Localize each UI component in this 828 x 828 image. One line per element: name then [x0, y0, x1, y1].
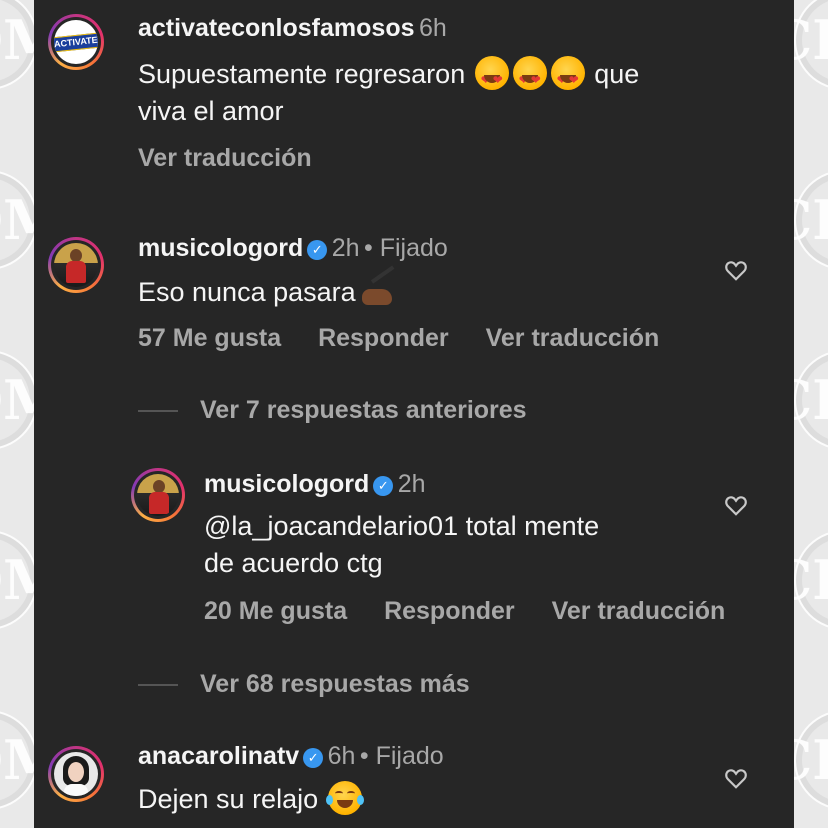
comment-actions: 57 Me gusta Responder Ver traducción	[138, 324, 689, 353]
watermark-logo: CDM	[0, 710, 34, 810]
username[interactable]: anacarolinatv	[138, 742, 299, 770]
username[interactable]: musicologord	[138, 234, 303, 262]
heart-icon[interactable]	[723, 765, 749, 791]
watermark-logo: CDM	[0, 0, 34, 90]
comment-text: Eso nunca pasara	[138, 265, 398, 311]
watermark-logo: CDM	[794, 710, 828, 810]
heart-icon[interactable]	[723, 492, 749, 518]
translate-link[interactable]: Ver traducción	[552, 597, 726, 625]
comment-time: 2h	[331, 234, 360, 262]
comment-time: 2h	[397, 470, 426, 498]
reply-header: musicologord ✓ 2h	[204, 470, 426, 499]
watermark-logo: CDM	[794, 0, 828, 90]
comments-panel: ACTIVATE activateconlosfamosos 6h Supues…	[34, 0, 794, 828]
avatar[interactable]	[48, 237, 104, 293]
translate-link[interactable]: Ver traducción	[486, 324, 660, 352]
comment-text: Supuestamente regresaron que viva el amo…	[138, 56, 758, 130]
watermark-logo: CDM	[0, 530, 34, 630]
comment-time: 6h	[418, 14, 447, 42]
view-previous-replies[interactable]: Ver 7 respuestas anteriores	[138, 396, 527, 425]
likes-count[interactable]: 57 Me gusta	[138, 324, 281, 352]
likes-count[interactable]: 20 Me gusta	[204, 597, 347, 625]
watermark-logo: CDM	[794, 350, 828, 450]
avatar-logo-text: ACTIVATE	[54, 31, 98, 53]
comment-text: Dejen su relajo	[138, 781, 364, 818]
username[interactable]: activateconlosfamosos	[138, 14, 415, 42]
reply-actions: 20 Me gusta Responder Ver traducción	[204, 597, 755, 626]
divider	[138, 683, 178, 686]
verified-badge-icon: ✓	[373, 476, 394, 496]
writing-hand-emoji	[361, 265, 398, 307]
watermark-logo: CDM	[0, 350, 34, 450]
verified-badge-icon: ✓	[303, 748, 324, 768]
username[interactable]: musicologord	[204, 470, 369, 498]
reply-text: @la_joacandelario01 total mente de acuer…	[204, 511, 600, 578]
verified-badge-icon: ✓	[307, 240, 328, 260]
heart-eyes-emoji	[512, 56, 547, 99]
watermark-logo: CDM	[0, 170, 34, 270]
watermark-logo: CDM	[794, 530, 828, 630]
avatar[interactable]: ACTIVATE	[48, 14, 104, 70]
comment-time: 6h	[327, 742, 356, 770]
comment-header: anacarolinatv ✓ 6h • Fijado	[138, 742, 444, 771]
reply-button[interactable]: Responder	[384, 597, 515, 625]
pinned-label: • Fijado	[359, 742, 444, 770]
reply-button[interactable]: Responder	[318, 324, 449, 352]
avatar[interactable]	[131, 468, 185, 522]
view-more-replies[interactable]: Ver 68 respuestas más	[138, 670, 470, 699]
left-watermark-strip: CDM CDM CDM CDM CDM	[0, 0, 34, 828]
avatar[interactable]	[48, 746, 104, 802]
heart-eyes-emoji	[474, 56, 509, 99]
watermark-logo: CDM	[794, 170, 828, 270]
heart-eyes-emoji	[550, 56, 585, 99]
comment-header: musicologord ✓ 2h • Fijado	[138, 234, 448, 263]
translate-link[interactable]: Ver traducción	[138, 144, 312, 173]
pinned-label: • Fijado	[364, 234, 448, 262]
heart-icon[interactable]	[723, 257, 749, 283]
right-watermark-strip: CDM CDM CDM CDM CDM	[794, 0, 828, 828]
divider	[138, 409, 178, 412]
laughing-emoji	[325, 781, 364, 815]
comment-header: activateconlosfamosos 6h	[138, 14, 447, 43]
